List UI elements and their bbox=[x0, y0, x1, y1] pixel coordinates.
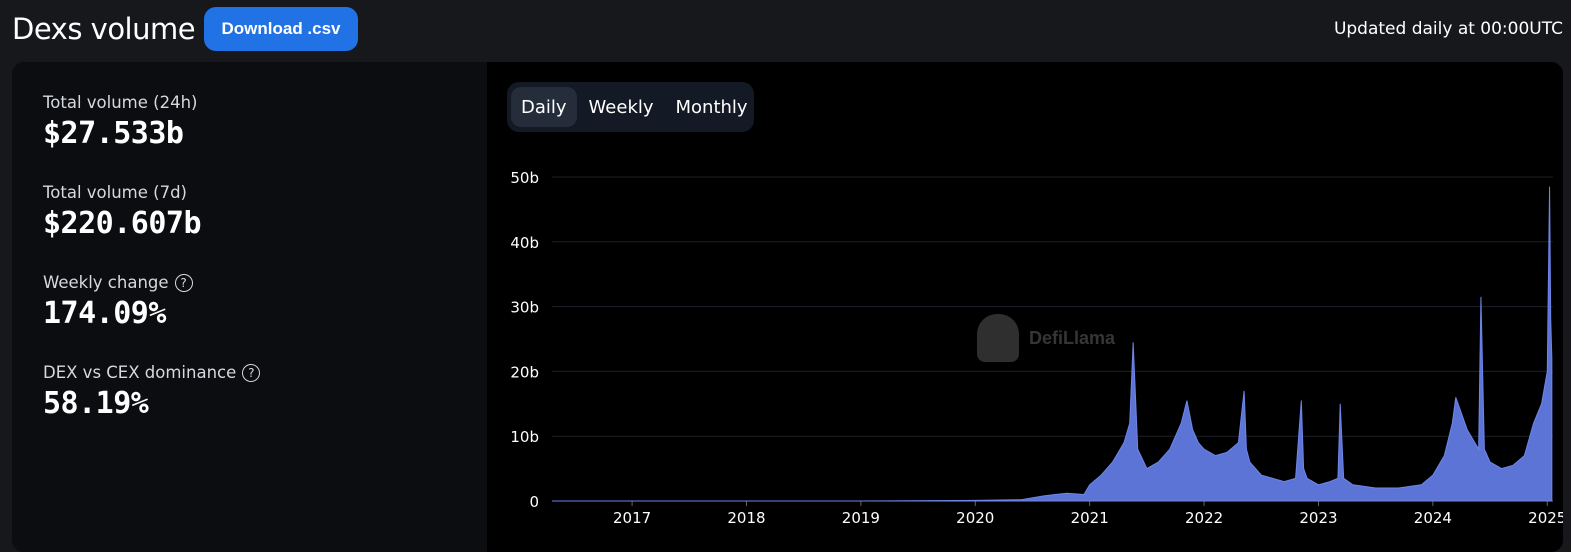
chart-panel: Daily Weekly Monthly DefiLlama 0 10b 20b 30… bbox=[487, 62, 1563, 552]
x-tick-label: 2025 bbox=[1528, 509, 1563, 527]
help-icon[interactable]: ? bbox=[174, 273, 193, 292]
x-tick-label: 2019 bbox=[842, 509, 880, 527]
x-tick-label: 2018 bbox=[727, 509, 765, 527]
stat-label: Total volume (7d) bbox=[43, 183, 187, 202]
download-csv-button[interactable]: Download .csv bbox=[204, 7, 358, 51]
volume-card: Total volume (24h) $27.533b Total volume… bbox=[12, 62, 1563, 552]
stat-value: $27.533b bbox=[43, 116, 184, 151]
y-tick-label: 10b bbox=[510, 428, 539, 446]
stat-value: 58.19% bbox=[43, 386, 149, 421]
stat-label: Total volume (24h) bbox=[43, 93, 198, 112]
tab-daily[interactable]: Daily bbox=[511, 87, 577, 127]
y-tick-label: 40b bbox=[510, 234, 539, 252]
y-tick-label: 30b bbox=[510, 299, 539, 317]
stats-panel: Total volume (24h) $27.533b Total volume… bbox=[12, 62, 487, 552]
stat-value: $220.607b bbox=[43, 206, 202, 241]
stat-dex-cex-dominance: DEX vs CEX dominance? 58.19% bbox=[43, 363, 261, 421]
y-tick-label: 0 bbox=[529, 493, 539, 511]
page-title: Dexs volume bbox=[12, 12, 196, 46]
stat-volume-24h: Total volume (24h) $27.533b bbox=[43, 93, 197, 151]
updated-notice: Updated daily at 00:00UTC bbox=[1333, 19, 1563, 39]
x-tick-label: 2022 bbox=[1185, 509, 1223, 527]
y-tick-label: 20b bbox=[510, 363, 539, 381]
y-tick-label: 50b bbox=[510, 169, 539, 187]
tab-weekly[interactable]: Weekly bbox=[579, 87, 664, 127]
x-tick-label: 2024 bbox=[1414, 509, 1452, 527]
volume-area-series bbox=[552, 186, 1553, 502]
x-tick-label: 2017 bbox=[613, 509, 651, 527]
help-icon[interactable]: ? bbox=[242, 363, 261, 382]
period-tabs: Daily Weekly Monthly bbox=[507, 82, 754, 132]
stat-weekly-change: Weekly change? 174.09% bbox=[43, 273, 193, 331]
x-tick-label: 2020 bbox=[956, 509, 994, 527]
tab-monthly[interactable]: Monthly bbox=[666, 87, 758, 127]
volume-chart[interactable]: 0 10b 20b 30b 40b 50b 2017 2018 2019 2020 2021 2022… bbox=[487, 152, 1563, 552]
stat-volume-7d: Total volume (7d) $220.607b bbox=[43, 183, 202, 241]
stat-label: DEX vs CEX dominance bbox=[43, 363, 237, 382]
stat-value: 174.09% bbox=[43, 296, 166, 331]
x-tick-label: 2021 bbox=[1071, 509, 1109, 527]
stat-label: Weekly change bbox=[43, 273, 169, 292]
page-header: Dexs volume Download .csv Updated daily … bbox=[0, 0, 1571, 60]
x-tick-label: 2023 bbox=[1299, 509, 1337, 527]
